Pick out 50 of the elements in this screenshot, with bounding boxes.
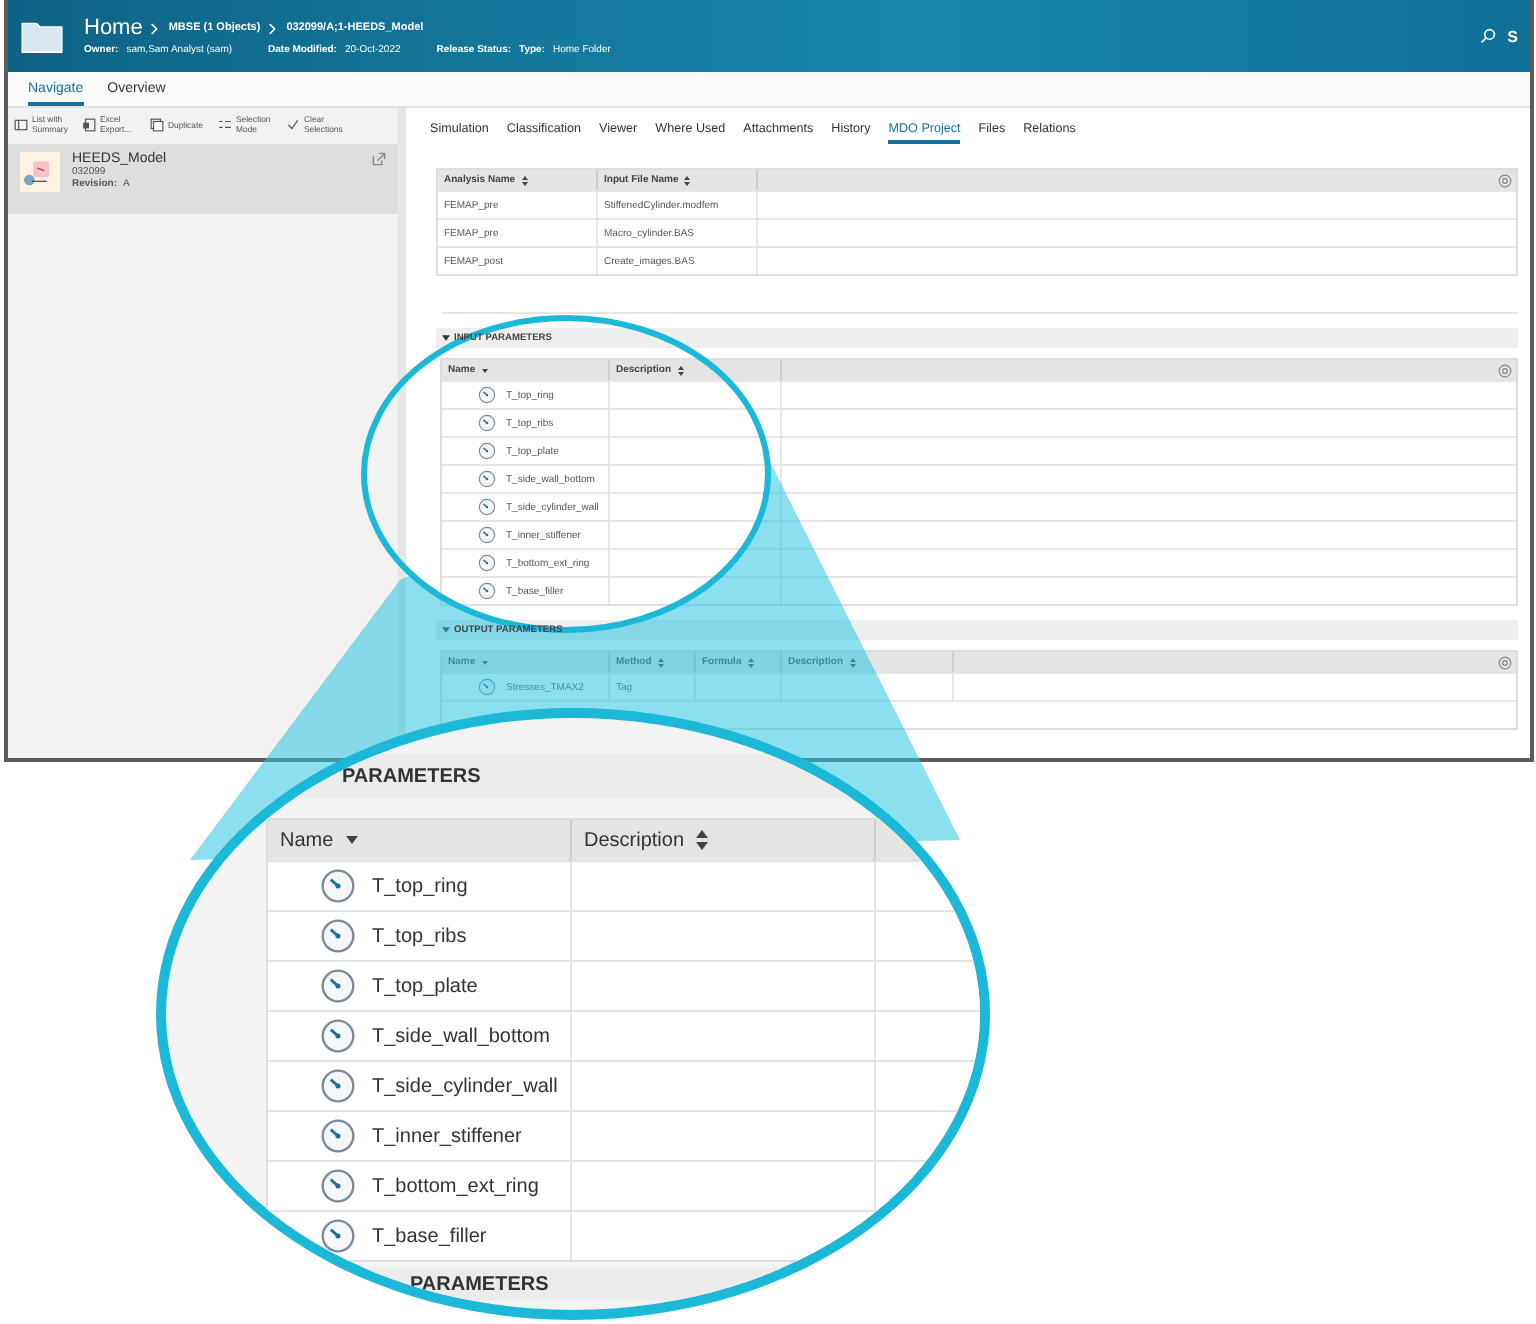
- gauge-icon: [320, 1068, 356, 1104]
- parameter-name: T_top_ring: [372, 875, 468, 897]
- parameter-name: T_side_cylinder_wall: [372, 1075, 558, 1097]
- settings-icon[interactable]: [1498, 173, 1512, 187]
- gauge-icon: [478, 414, 496, 432]
- checklist-icon: [218, 117, 232, 131]
- sort-icon[interactable]: [677, 365, 684, 375]
- settings-icon[interactable]: [1498, 363, 1512, 377]
- checkmark-icon: [286, 117, 300, 131]
- gauge-icon: [478, 678, 496, 696]
- gauge-icon: [320, 968, 356, 1004]
- parameter-name: T_side_wall_bottom: [372, 1025, 550, 1047]
- chevron-right-icon: [268, 21, 279, 35]
- sort-icon[interactable]: [684, 175, 691, 185]
- parameter-name: T_base_filler: [372, 1225, 487, 1247]
- parameter-name: T_top_plate: [372, 975, 478, 997]
- gauge-icon: [320, 1168, 356, 1204]
- section-title: PARAMETERS: [342, 765, 481, 787]
- collapse-triangle-icon[interactable]: [442, 334, 450, 342]
- sort-icon: [696, 830, 709, 850]
- open-external-icon[interactable]: [372, 152, 386, 166]
- section-title: PARAMETERS: [410, 1273, 549, 1295]
- gauge-icon: [478, 470, 496, 488]
- home-link[interactable]: Home: [84, 16, 143, 40]
- list-icon: [14, 117, 28, 131]
- gauge-icon: [320, 918, 356, 954]
- parameter-name: T_bottom_ext_ring: [372, 1175, 539, 1197]
- gauge-icon: [478, 442, 496, 460]
- column-header: Description: [584, 829, 685, 851]
- gauge-icon: [320, 1018, 356, 1054]
- folder-icon: [20, 18, 64, 54]
- gauge-icon: [478, 554, 496, 572]
- spreadsheet-icon: [82, 117, 96, 131]
- duplicate-icon: [150, 117, 164, 131]
- gauge-icon: [478, 582, 496, 600]
- gauge-icon: [478, 386, 496, 404]
- settings-icon[interactable]: [1498, 655, 1512, 669]
- gauge-icon: [320, 868, 356, 904]
- column-header: Name: [280, 829, 334, 851]
- sort-icon[interactable]: [521, 175, 528, 185]
- chevron-right-icon: [150, 21, 161, 35]
- gauge-icon: [478, 526, 496, 544]
- search-icon[interactable]: [1479, 28, 1496, 44]
- model-thumbnail-icon: [20, 152, 60, 192]
- gauge-icon: [320, 1118, 356, 1154]
- user-initial[interactable]: S: [1507, 27, 1518, 45]
- parameter-name: T_top_ribs: [372, 925, 467, 947]
- gauge-icon: [478, 498, 496, 516]
- parameter-name: T_inner_stiffener: [372, 1125, 522, 1147]
- gauge-icon: [320, 1218, 356, 1254]
